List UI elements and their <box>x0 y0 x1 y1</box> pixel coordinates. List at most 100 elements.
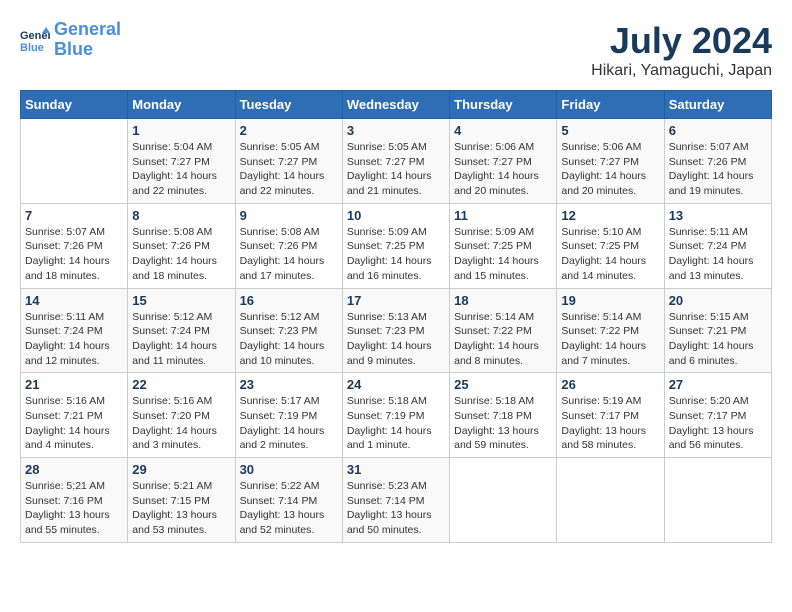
day-cell: 13 Sunrise: 5:11 AMSunset: 7:24 PMDayligh… <box>664 203 771 288</box>
day-number: 19 <box>561 293 659 308</box>
day-info: Sunrise: 5:14 AMSunset: 7:22 PMDaylight:… <box>454 310 552 369</box>
day-info: Sunrise: 5:04 AMSunset: 7:27 PMDaylight:… <box>132 140 230 199</box>
day-cell: 22Sunrise: 5:16 AMSunset: 7:20 PMDayligh… <box>128 373 235 458</box>
day-number: 20 <box>669 293 767 308</box>
day-info: Sunrise: 5:18 AMSunset: 7:19 PMDaylight:… <box>347 394 445 453</box>
day-cell: 6Sunrise: 5:07 AMSunset: 7:26 PMDaylight… <box>664 119 771 204</box>
day-info: Sunrise: 5:05 AMSunset: 7:27 PMDaylight:… <box>347 140 445 199</box>
day-number: 6 <box>669 123 767 138</box>
day-number: 23 <box>240 377 338 392</box>
main-title: July 2024 <box>591 20 772 62</box>
day-info: Sunrise: 5:15 AMSunset: 7:21 PMDaylight:… <box>669 310 767 369</box>
day-cell: 12 Sunrise: 5:10 AMSunset: 7:25 PMDayligh… <box>557 203 664 288</box>
day-cell <box>664 458 771 543</box>
logo: General Blue General Blue <box>20 20 121 60</box>
day-cell: 27 Sunrise: 5:20 AMSunset: 7:17 PMDayligh… <box>664 373 771 458</box>
day-number: 18 <box>454 293 552 308</box>
header-cell-friday: Friday <box>557 91 664 119</box>
week-row-1: 1 Sunrise: 5:04 AMSunset: 7:27 PMDaylight… <box>21 119 772 204</box>
week-row-2: 7Sunrise: 5:07 AMSunset: 7:26 PMDaylight… <box>21 203 772 288</box>
header-cell-tuesday: Tuesday <box>235 91 342 119</box>
day-number: 24 <box>347 377 445 392</box>
week-row-4: 21 Sunrise: 5:16 AMSunset: 7:21 PMDayligh… <box>21 373 772 458</box>
day-cell: 17 Sunrise: 5:13 AMSunset: 7:23 PMDayligh… <box>342 288 449 373</box>
day-number: 9 <box>240 208 338 223</box>
day-cell: 4 Sunrise: 5:06 AMSunset: 7:27 PMDaylight… <box>450 119 557 204</box>
day-info: Sunrise: 5:14 AMSunset: 7:22 PMDaylight:… <box>561 310 659 369</box>
day-info: Sunrise: 5:06 AMSunset: 7:27 PMDaylight:… <box>454 140 552 199</box>
day-info: Sunrise: 5:11 AMSunset: 7:24 PMDaylight:… <box>669 225 767 284</box>
day-number: 16 <box>240 293 338 308</box>
day-cell: 30 Sunrise: 5:22 AMSunset: 7:14 PMDayligh… <box>235 458 342 543</box>
week-row-3: 14 Sunrise: 5:11 AMSunset: 7:24 PMDayligh… <box>21 288 772 373</box>
day-info: Sunrise: 5:12 AMSunset: 7:23 PMDaylight:… <box>240 310 338 369</box>
day-number: 3 <box>347 123 445 138</box>
day-number: 5 <box>561 123 659 138</box>
day-cell: 15Sunrise: 5:12 AMSunset: 7:24 PMDayligh… <box>128 288 235 373</box>
title-area: July 2024 Hikari, Yamaguchi, Japan <box>591 20 772 80</box>
day-number: 14 <box>25 293 123 308</box>
day-info: Sunrise: 5:16 AMSunset: 7:20 PMDaylight:… <box>132 394 230 453</box>
day-number: 12 <box>561 208 659 223</box>
day-info: Sunrise: 5:05 AMSunset: 7:27 PMDaylight:… <box>240 140 338 199</box>
header-cell-monday: Monday <box>128 91 235 119</box>
svg-text:Blue: Blue <box>20 42 44 54</box>
day-cell: 21 Sunrise: 5:16 AMSunset: 7:21 PMDayligh… <box>21 373 128 458</box>
subtitle: Hikari, Yamaguchi, Japan <box>591 62 772 80</box>
day-cell: 23 Sunrise: 5:17 AMSunset: 7:19 PMDayligh… <box>235 373 342 458</box>
logo-text-line2: Blue <box>54 40 121 60</box>
day-cell <box>450 458 557 543</box>
day-info: Sunrise: 5:16 AMSunset: 7:21 PMDaylight:… <box>25 394 123 453</box>
day-info: Sunrise: 5:10 AMSunset: 7:25 PMDaylight:… <box>561 225 659 284</box>
day-cell: 3 Sunrise: 5:05 AMSunset: 7:27 PMDaylight… <box>342 119 449 204</box>
logo-text-line1: General <box>54 20 121 40</box>
day-number: 29 <box>132 462 230 477</box>
day-cell: 9 Sunrise: 5:08 AMSunset: 7:26 PMDaylight… <box>235 203 342 288</box>
day-number: 17 <box>347 293 445 308</box>
day-number: 2 <box>240 123 338 138</box>
day-cell: 5 Sunrise: 5:06 AMSunset: 7:27 PMDaylight… <box>557 119 664 204</box>
day-info: Sunrise: 5:12 AMSunset: 7:24 PMDaylight:… <box>132 310 230 369</box>
day-number: 4 <box>454 123 552 138</box>
day-cell: 14 Sunrise: 5:11 AMSunset: 7:24 PMDayligh… <box>21 288 128 373</box>
day-info: Sunrise: 5:22 AMSunset: 7:14 PMDaylight:… <box>240 479 338 538</box>
day-cell <box>21 119 128 204</box>
day-info: Sunrise: 5:19 AMSunset: 7:17 PMDaylight:… <box>561 394 659 453</box>
day-cell: 18 Sunrise: 5:14 AMSunset: 7:22 PMDayligh… <box>450 288 557 373</box>
day-number: 25 <box>454 377 552 392</box>
day-number: 28 <box>25 462 123 477</box>
day-info: Sunrise: 5:21 AMSunset: 7:15 PMDaylight:… <box>132 479 230 538</box>
day-info: Sunrise: 5:13 AMSunset: 7:23 PMDaylight:… <box>347 310 445 369</box>
day-number: 27 <box>669 377 767 392</box>
header-row: SundayMondayTuesdayWednesdayThursdayFrid… <box>21 91 772 119</box>
day-number: 10 <box>347 208 445 223</box>
day-cell: 1 Sunrise: 5:04 AMSunset: 7:27 PMDaylight… <box>128 119 235 204</box>
day-info: Sunrise: 5:17 AMSunset: 7:19 PMDaylight:… <box>240 394 338 453</box>
day-number: 26 <box>561 377 659 392</box>
day-cell: 25Sunrise: 5:18 AMSunset: 7:18 PMDayligh… <box>450 373 557 458</box>
day-info: Sunrise: 5:09 AMSunset: 7:25 PMDaylight:… <box>347 225 445 284</box>
day-info: Sunrise: 5:06 AMSunset: 7:27 PMDaylight:… <box>561 140 659 199</box>
day-number: 21 <box>25 377 123 392</box>
day-cell <box>557 458 664 543</box>
day-info: Sunrise: 5:20 AMSunset: 7:17 PMDaylight:… <box>669 394 767 453</box>
header-cell-thursday: Thursday <box>450 91 557 119</box>
day-cell: 2 Sunrise: 5:05 AMSunset: 7:27 PMDaylight… <box>235 119 342 204</box>
day-number: 1 <box>132 123 230 138</box>
day-cell: 29 Sunrise: 5:21 AMSunset: 7:15 PMDayligh… <box>128 458 235 543</box>
header-cell-saturday: Saturday <box>664 91 771 119</box>
day-number: 31 <box>347 462 445 477</box>
day-cell: 24 Sunrise: 5:18 AMSunset: 7:19 PMDayligh… <box>342 373 449 458</box>
day-number: 30 <box>240 462 338 477</box>
day-cell: 11Sunrise: 5:09 AMSunset: 7:25 PMDayligh… <box>450 203 557 288</box>
day-cell: 20 Sunrise: 5:15 AMSunset: 7:21 PMDayligh… <box>664 288 771 373</box>
day-info: Sunrise: 5:23 AMSunset: 7:14 PMDaylight:… <box>347 479 445 538</box>
day-info: Sunrise: 5:09 AMSunset: 7:25 PMDaylight:… <box>454 225 552 284</box>
day-info: Sunrise: 5:08 AMSunset: 7:26 PMDaylight:… <box>240 225 338 284</box>
day-number: 13 <box>669 208 767 223</box>
calendar-table: SundayMondayTuesdayWednesdayThursdayFrid… <box>20 90 772 543</box>
day-cell: 26 Sunrise: 5:19 AMSunset: 7:17 PMDayligh… <box>557 373 664 458</box>
day-info: Sunrise: 5:11 AMSunset: 7:24 PMDaylight:… <box>25 310 123 369</box>
day-cell: 16 Sunrise: 5:12 AMSunset: 7:23 PMDayligh… <box>235 288 342 373</box>
day-cell: 7Sunrise: 5:07 AMSunset: 7:26 PMDaylight… <box>21 203 128 288</box>
